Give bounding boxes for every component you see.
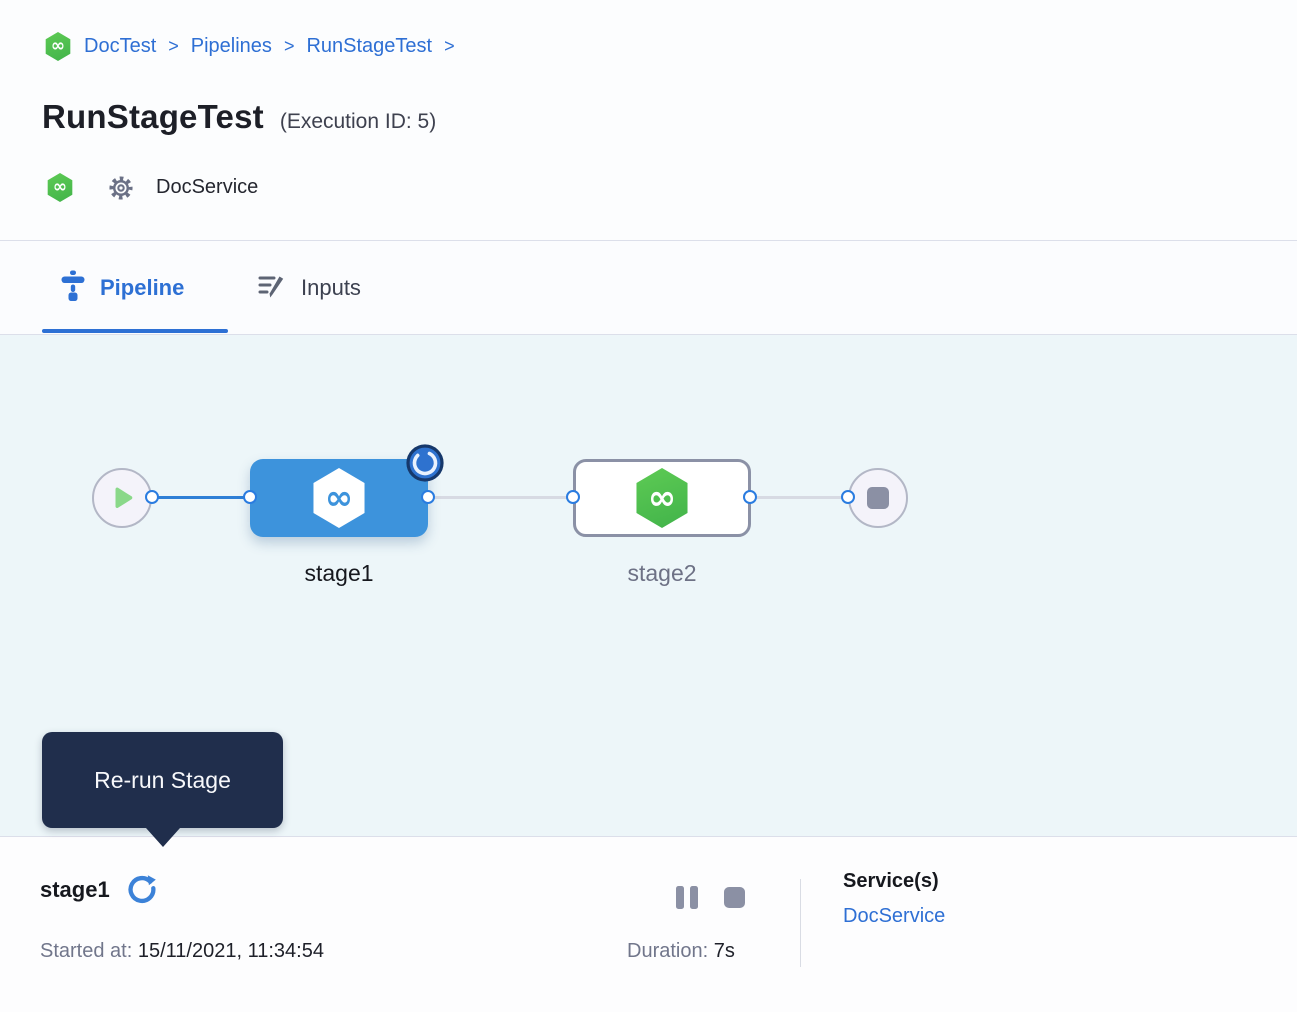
execution-footer: stage1 Started at: 15/11/2021, 11:34:54 … [0,837,1297,1012]
services-block: Service(s) DocService [843,870,945,928]
active-tab-underline [42,329,228,333]
inputs-tab-icon [257,270,287,305]
service-meta-row: ∞ DocService [46,173,258,202]
stage2-node[interactable]: ∞ [573,459,751,537]
breadcrumb-pipeline-link[interactable]: RunStageTest [306,35,432,58]
pipeline-tab-label: Pipeline [100,275,184,301]
breadcrumb-separator: > [168,36,179,57]
port-end-in[interactable] [841,490,855,504]
footer-divider [800,879,801,967]
tab-inputs[interactable]: Inputs [257,241,361,334]
breadcrumb-separator: > [284,36,295,57]
tooltip-arrow [146,828,180,847]
port-stage2-out[interactable] [743,490,757,504]
edge-stage1-to-stage2 [426,496,575,499]
breadcrumb-separator: > [444,36,455,57]
gear-icon [107,174,135,202]
cd-module-icon: ∞ [44,32,72,61]
stage1-node[interactable]: ∞ [250,459,428,537]
breadcrumb: ∞ DocTest > Pipelines > RunStageTest > [44,32,455,61]
port-stage2-in[interactable] [566,490,580,504]
pause-icon [676,886,684,909]
pause-icon [690,886,698,909]
duration-label: Duration: [627,940,708,962]
pipeline-tab-icon [60,270,86,306]
pipeline-canvas: ∞ ∞ stage1 stage2 Re-run Stage [0,335,1297,836]
execution-id: (Execution ID: 5) [280,110,436,134]
rerun-stage-button[interactable] [126,874,158,906]
play-icon [114,487,134,509]
stage2-module-icon: ∞ [633,468,691,528]
services-label: Service(s) [843,870,945,893]
page-header: ∞ DocTest > Pipelines > RunStageTest > R… [0,0,1297,240]
tab-pipeline[interactable]: Pipeline [60,241,184,334]
port-stage1-in[interactable] [243,490,257,504]
title-row: RunStageTest (Execution ID: 5) [42,98,436,136]
execution-controls [676,886,745,909]
rerun-stage-tooltip-label: Re-run Stage [94,767,231,794]
abort-button[interactable] [724,887,745,908]
port-stage1-out[interactable] [421,490,435,504]
edge-start-to-stage1 [150,496,252,499]
pipeline-end-node[interactable] [848,468,908,528]
edge-stage2-to-end [748,496,850,499]
pipeline-execution-page: ∞ DocTest > Pipelines > RunStageTest > R… [0,0,1297,1012]
page-title: RunStageTest [42,98,264,136]
pipeline-start-node[interactable] [92,468,152,528]
breadcrumb-project-link[interactable]: DocTest [84,35,156,58]
service-link[interactable]: DocService [843,905,945,928]
duration-row: Duration: 7s [627,940,735,963]
started-at-label: Started at: [40,940,132,962]
stage1-module-icon: ∞ [310,468,368,528]
stage1-running-spinner [405,443,445,483]
cd-module-icon: ∞ [46,173,74,202]
pause-button[interactable] [676,886,698,909]
stage2-label: stage2 [572,560,752,587]
rerun-stage-tooltip: Re-run Stage [42,732,283,828]
tab-bar: Pipeline Inputs [0,241,1297,334]
stop-icon [867,487,889,509]
duration-value: 7s [714,940,735,962]
breadcrumb-pipelines-link[interactable]: Pipelines [191,35,272,58]
started-at-value: 15/11/2021, 11:34:54 [138,940,324,962]
stage1-label: stage1 [249,560,429,587]
port-start-out[interactable] [145,490,159,504]
started-at-row: Started at: 15/11/2021, 11:34:54 [40,940,324,963]
service-name: DocService [156,176,258,199]
inputs-tab-label: Inputs [301,275,361,301]
footer-stage-title: stage1 [40,877,110,903]
